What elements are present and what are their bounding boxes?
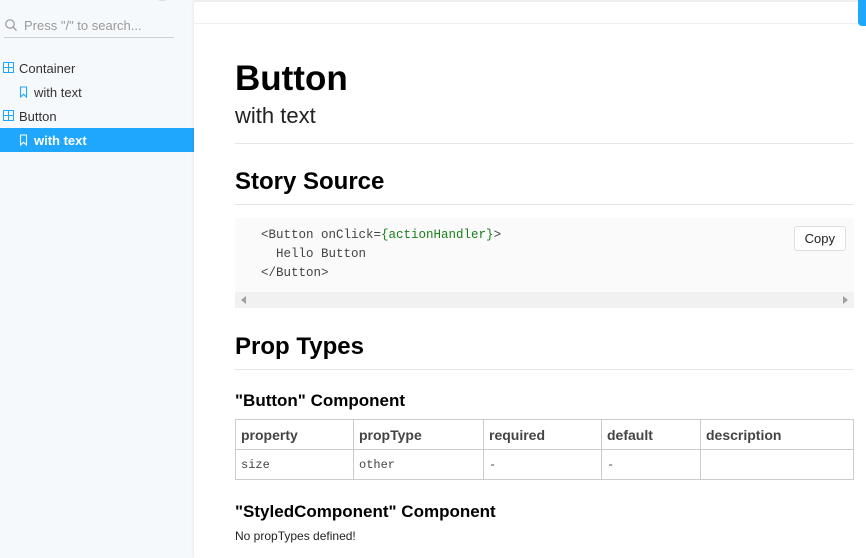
page-title: Button [235,59,348,98]
prop-types-heading: Prop Types [235,333,364,360]
divider [235,369,854,370]
storybook-app: Container with text Button with text [0,0,866,558]
no-proptypes-note: No propTypes defined! [235,529,356,543]
table-header-row: property propType required default descr… [235,419,854,450]
divider [235,143,854,144]
docs-content: Button with text Story Source <Button on… [235,58,854,543]
sidebar-item-label: Container [19,60,76,76]
column-header: property [235,419,354,450]
column-header: propType [353,419,484,450]
search-input[interactable] [24,18,164,33]
component-icon [3,110,15,122]
search-icon [4,18,20,34]
sidebar-item-label: with text [34,132,87,148]
docs-panel: Button with text Story Source <Button on… [194,0,866,558]
bookmark-icon [18,86,30,98]
sidebar-item-label: Button [19,108,57,124]
toolbar-accent[interactable] [858,0,866,26]
search-bar [4,14,174,38]
sidebar-item-container[interactable]: Container [0,56,194,80]
column-header: description [700,419,854,450]
story-tree: Container with text Button with text [0,56,194,152]
table-cell: - [601,449,701,480]
divider [235,204,854,205]
sidebar-item-button-with-text[interactable]: with text [0,128,194,152]
column-header: required [483,419,602,450]
column-header: default [601,419,701,450]
horizontal-scrollbar[interactable] [235,292,854,308]
table-cell: - [483,449,602,480]
sidebar-item-label: with text [34,84,82,100]
scroll-left-icon[interactable] [241,296,246,304]
story-source-heading: Story Source [235,168,385,195]
bookmark-icon [18,134,30,146]
toolbar [194,0,866,24]
source-code: <Button onClick={actionHandler}> Hello B… [261,228,502,280]
table-cell [700,449,854,480]
table-cell: size [235,449,354,480]
code-block: <Button onClick={actionHandler}> Hello B… [235,218,854,308]
component-icon [3,62,15,74]
sidebar-item-button[interactable]: Button [0,104,194,128]
copy-button[interactable]: Copy [793,226,846,251]
props-table: property propType required default descr… [235,419,854,480]
sidebar-item-container-with-text[interactable]: with text [0,80,194,104]
table-cell: other [353,449,484,480]
component-heading: "StyledComponent" Component [235,502,496,521]
component-heading: "Button" Component [235,391,406,410]
sidebar: Container with text Button with text [0,0,194,558]
scroll-right-icon[interactable] [843,296,848,304]
page-subtitle: with text [235,103,316,128]
menu-button-edge[interactable] [153,0,171,1]
table-row: size other - - [235,449,854,480]
